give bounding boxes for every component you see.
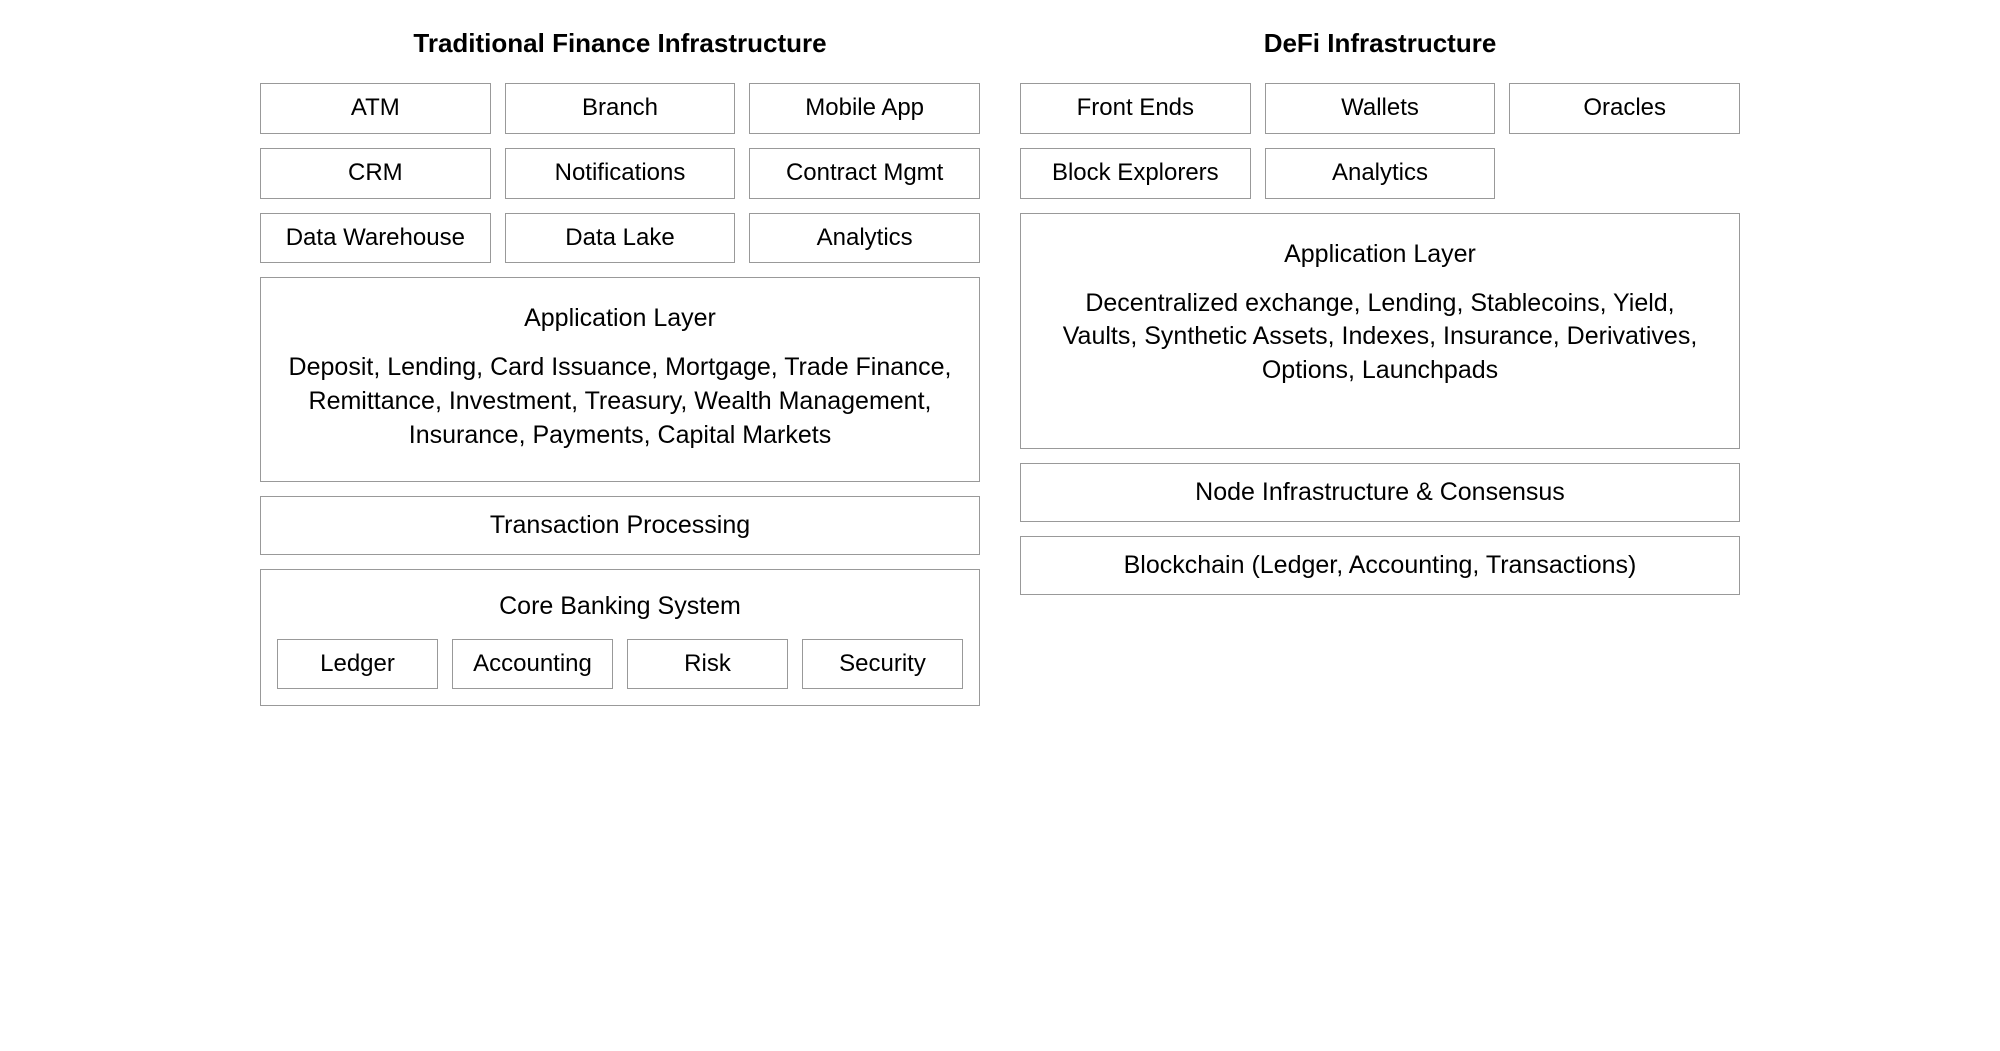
box-risk: Risk — [627, 639, 788, 690]
box-analytics: Analytics — [749, 213, 980, 264]
box-atm: ATM — [260, 83, 491, 134]
box-security: Security — [802, 639, 963, 690]
box-empty — [1509, 148, 1740, 199]
tradfi-core-title: Core Banking System — [277, 592, 963, 621]
box-crm: CRM — [260, 148, 491, 199]
tradfi-app-layer-body: Deposit, Lending, Card Issuance, Mortgag… — [285, 351, 955, 452]
box-accounting: Accounting — [452, 639, 613, 690]
tradfi-core-items: Ledger Accounting Risk Security — [277, 639, 963, 690]
box-notifications: Notifications — [505, 148, 736, 199]
tradfi-app-layer: Application Layer Deposit, Lending, Card… — [260, 277, 980, 481]
defi-row-1: Front Ends Wallets Oracles — [1020, 83, 1740, 134]
box-ledger: Ledger — [277, 639, 438, 690]
defi-column: DeFi Infrastructure Front Ends Wallets O… — [1020, 20, 1740, 706]
tradfi-tx-processing: Transaction Processing — [260, 496, 980, 555]
box-oracles: Oracles — [1509, 83, 1740, 134]
box-block-explorers: Block Explorers — [1020, 148, 1251, 199]
defi-app-layer: Application Layer Decentralized exchange… — [1020, 213, 1740, 449]
defi-app-layer-title: Application Layer — [1045, 240, 1715, 269]
defi-app-layer-body: Decentralized exchange, Lending, Stablec… — [1045, 287, 1715, 388]
box-wallets: Wallets — [1265, 83, 1496, 134]
defi-title: DeFi Infrastructure — [1020, 28, 1740, 59]
box-defi-analytics: Analytics — [1265, 148, 1496, 199]
defi-node-infra: Node Infrastructure & Consensus — [1020, 463, 1740, 522]
defi-blockchain: Blockchain (Ledger, Accounting, Transact… — [1020, 536, 1740, 595]
diagram-wrap: Traditional Finance Infrastructure ATM B… — [260, 20, 1740, 706]
tradfi-core-banking: Core Banking System Ledger Accounting Ri… — [260, 569, 980, 707]
box-data-lake: Data Lake — [505, 213, 736, 264]
tradfi-column: Traditional Finance Infrastructure ATM B… — [260, 20, 980, 706]
box-data-warehouse: Data Warehouse — [260, 213, 491, 264]
box-branch: Branch — [505, 83, 736, 134]
tradfi-app-layer-title: Application Layer — [285, 304, 955, 333]
tradfi-row-3: Data Warehouse Data Lake Analytics — [260, 213, 980, 264]
box-contract-mgmt: Contract Mgmt — [749, 148, 980, 199]
tradfi-row-1: ATM Branch Mobile App — [260, 83, 980, 134]
defi-row-2: Block Explorers Analytics — [1020, 148, 1740, 199]
tradfi-title: Traditional Finance Infrastructure — [260, 28, 980, 59]
box-mobile-app: Mobile App — [749, 83, 980, 134]
tradfi-row-2: CRM Notifications Contract Mgmt — [260, 148, 980, 199]
box-front-ends: Front Ends — [1020, 83, 1251, 134]
